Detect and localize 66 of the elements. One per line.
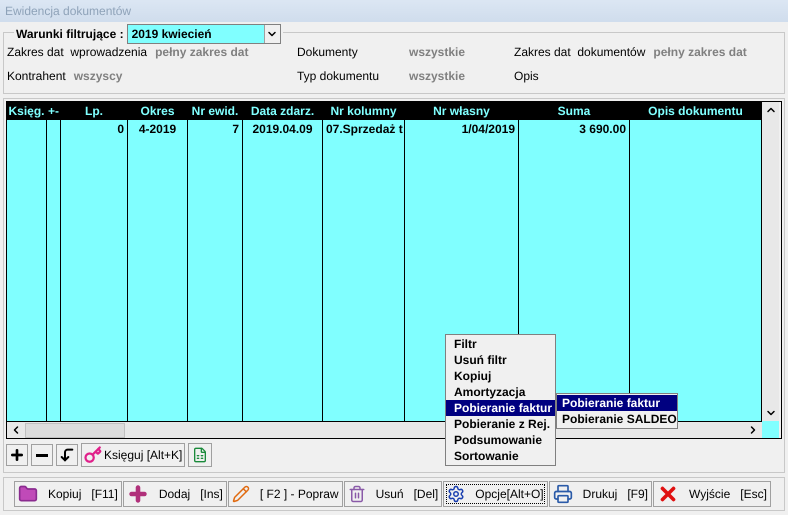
window-title: Ewidencja dokumentów [5,3,132,20]
field-label: Kontrahent [7,68,66,85]
plus-icon [9,447,25,463]
pencil-icon [232,485,250,503]
column-header[interactable]: Księg. [7,102,46,120]
field-label: Zakres dat wprowadzenia [7,44,148,61]
toolbar-button[interactable]: Dodaj [Ins] [122,481,227,507]
column-header[interactable]: Lp. [61,102,127,120]
menu-item[interactable]: Sortowanie [446,448,555,464]
menu-item[interactable]: Usuń filtr [446,352,555,368]
folder-icon [18,484,38,504]
printer-icon [552,484,573,504]
table-cell-text: 7 [231,121,240,138]
table-cell-text: 3 690.00 [578,121,627,138]
column-header[interactable]: Nr kolumny [323,102,404,120]
field-value: wszystkie [409,68,466,85]
toolbar-button[interactable]: Drukuj [F9] [548,481,652,507]
table-cell-text: 4-2019 [138,121,178,138]
menu-item[interactable]: Pobieranie faktur [446,400,555,416]
column-header[interactable]: Nr ewid. [188,102,242,120]
filter-label: Warunki filtrujące : [16,26,124,43]
toolbar-button[interactable]: Opcje[Alt+O] [443,481,548,507]
field-label: Dokumenty [297,44,359,61]
excel-export-button[interactable] [188,443,212,467]
menu-item[interactable]: Kopiuj [446,368,555,384]
menu-item[interactable]: Pobieranie faktur [557,395,677,411]
settings-icon [447,485,466,503]
column-header[interactable]: Suma [519,102,629,120]
key-icon [84,446,102,464]
return-arrow-icon [59,447,75,463]
field-label: Typ dokumentu [297,68,380,85]
column-header[interactable]: Okres [128,102,187,120]
menu-item[interactable]: Filtr [446,336,555,352]
remove-row-button[interactable] [31,444,53,466]
field-value: pełny zakres dat [653,44,747,61]
table-cell-text: 07.Sprzedaż t [325,121,404,138]
field-value: pełny zakres dat [155,44,248,61]
toolbar-button[interactable]: Usuń [Del] [344,481,442,507]
field-value: wszystkie [409,44,466,61]
menu-item[interactable]: Pobieranie z Rej. [446,416,555,432]
table-cell-text: 1/04/2019 [460,121,516,138]
column-header[interactable]: +- [47,102,60,120]
field-value: wszyscy [74,68,122,85]
return-arrow-button[interactable] [56,444,78,466]
menu-item[interactable]: Amortyzacja [446,384,555,400]
scrollbar-corner [762,421,779,438]
trash-icon [348,485,366,503]
column-header[interactable]: Nr własny [405,102,518,120]
column-header[interactable]: Data zdarz. [243,102,322,120]
column-header[interactable]: Opis dokumentu [630,102,761,120]
field-label: Opis [514,68,539,85]
toolbar-button[interactable]: Wyjście [Esc] [653,481,771,507]
toolbar-button[interactable]: [ F2 ] - Popraw [228,481,343,507]
spreadsheet-icon [192,447,208,463]
menu-item[interactable]: Pobieranie SALDEO [557,411,677,427]
plus-icon [126,483,149,505]
table-cell-text: 2019.04.09 [251,121,314,138]
minus-icon [36,454,48,456]
toolbar-button[interactable]: Kopiuj [F11] [14,481,122,507]
table-cell-text: 0 [116,121,125,138]
field-label: Zakres dat dokumentów [514,44,646,61]
vertical-scrollbar[interactable] [762,102,779,421]
menu-item[interactable]: Podsumowanie [446,432,555,448]
add-row-button[interactable] [6,444,28,466]
post-button[interactable]: Księguj [Alt+K] [81,443,186,467]
filter-dropdown[interactable]: 2019 kwiecień [126,24,281,44]
